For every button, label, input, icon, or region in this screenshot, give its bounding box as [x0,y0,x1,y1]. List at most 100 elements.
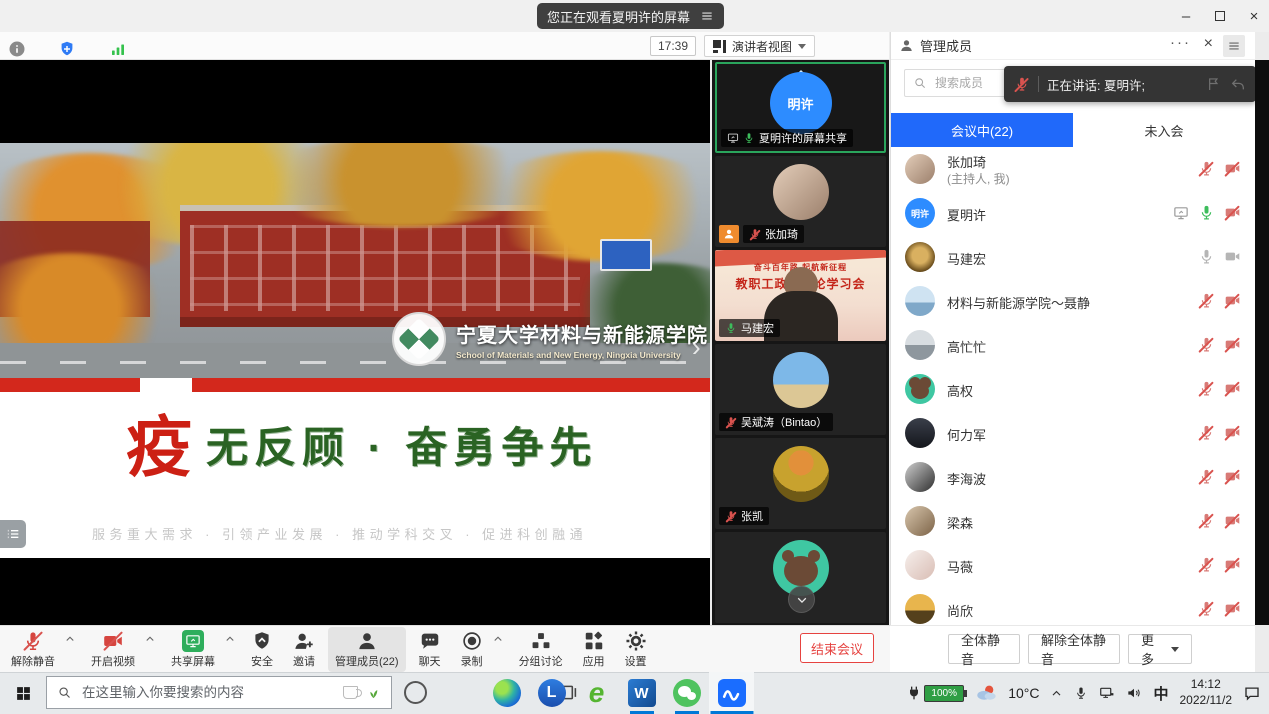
action-center-icon[interactable] [1243,684,1261,702]
video-thumbnail[interactable]: 奋斗百年路 起航新征程教职工政治理论学习会马建宏 [715,250,886,341]
taskbar-app-ie[interactable]: e [574,672,619,714]
camera-off-icon[interactable] [1224,468,1241,485]
battery-indicator[interactable]: 100% [906,685,964,702]
chevron-up-icon[interactable] [492,633,504,645]
mic-muted-icon[interactable] [1198,468,1215,485]
mic-icon[interactable] [1198,248,1215,265]
camera-off-icon[interactable] [1224,292,1241,309]
participant-row[interactable]: 李海波 [891,455,1255,499]
chevron-up-icon[interactable] [144,633,156,645]
participant-row[interactable]: 明许夏明许 [891,191,1255,235]
taskbar-clock[interactable]: 14:12 2022/11/2 [1180,677,1233,708]
toolbar-button-invite[interactable]: 邀请 [286,627,322,672]
start-button[interactable] [0,672,46,714]
toolbar-button-shield[interactable]: 安全 [244,627,280,672]
info-icon[interactable] [8,40,26,58]
signal-icon[interactable] [109,40,127,58]
mic-muted-icon[interactable] [1198,380,1215,397]
unmute-all-button[interactable]: 解除全体静音 [1028,634,1120,664]
toolbar-button-members[interactable]: 管理成员(22) [328,627,406,672]
toolbar-button-cam-off[interactable]: 开启视频 [84,627,142,672]
thumbnail-scroll-down-button[interactable] [788,586,815,613]
taskbar-app-word[interactable]: W [619,672,664,714]
panel-more-icon[interactable]: ··· [1170,34,1191,51]
word-icon: W [628,679,656,707]
speaker-icon[interactable] [1126,685,1142,701]
temperature[interactable]: 10°C [1008,685,1039,701]
more-button[interactable]: 更多 [1128,634,1192,664]
end-meeting-button[interactable]: 结束会议 [800,633,874,663]
participant-status-icons [1198,468,1241,485]
mute-all-button[interactable]: 全体静音 [948,634,1020,664]
participant-row[interactable]: 梁森 [891,499,1255,543]
viewer-banner[interactable]: 您正在观看夏明许的屏幕 [537,3,724,29]
toolbar-button-breakout[interactable]: 分组讨论 [512,627,570,672]
taskbar-app-wechat[interactable] [664,672,709,714]
flag-icon[interactable] [1206,76,1222,92]
video-thumbnail[interactable]: 吴斌涛（Bintao） [715,344,886,435]
participant-row[interactable]: 何力军 [891,411,1255,455]
clock-date: 2022/11/2 [1180,693,1233,709]
participant-row[interactable]: 高权 [891,367,1255,411]
taskbar-app-meeting[interactable] [709,672,754,714]
mic-muted-icon[interactable] [1198,512,1215,529]
toolbar-button-apps[interactable]: 应用 [576,627,612,672]
camera-off-icon[interactable] [1224,556,1241,573]
participant-row[interactable]: 尚欣 [891,587,1255,625]
tray-expand-icon[interactable] [1050,687,1063,700]
video-thumbnail[interactable]: 明许夏明许的屏幕共享 [715,62,886,153]
reply-icon[interactable] [1230,76,1246,92]
mic-muted-icon[interactable] [1198,292,1215,309]
participant-row[interactable]: 材料与新能源学院～聂静 [891,279,1255,323]
cortana-button[interactable] [404,681,427,704]
mic-muted-icon[interactable] [1198,424,1215,441]
toolbar-button-chat[interactable]: 聊天 [412,627,448,672]
toolbar-button-record[interactable]: 录制 [454,627,490,672]
carousel-next-icon[interactable]: › [692,332,701,363]
toolbar-button-share-screen[interactable]: 共享屏幕 [164,627,222,672]
mic-tray-icon[interactable] [1074,686,1088,700]
toolbar-button-settings[interactable]: 设置 [618,627,654,672]
video-thumbnail[interactable]: 张加琦 [715,156,886,247]
participant-row[interactable]: 马建宏 [891,235,1255,279]
banner-menu-icon[interactable] [700,9,714,23]
participant-row[interactable]: 张加琦(主持人, 我) [891,147,1255,191]
taskbar-app-lenovo[interactable]: L [529,672,574,714]
mic-muted-icon[interactable] [1198,600,1215,617]
ime-indicator[interactable]: 中 [1153,683,1168,704]
camera-off-icon[interactable] [1224,160,1241,177]
video-thumbnail[interactable]: 张凯 [715,438,886,529]
camera-off-icon[interactable] [1224,512,1241,529]
mic-on-icon[interactable] [1198,204,1215,221]
view-mode-dropdown[interactable]: 演讲者视图 [704,35,815,57]
panel-close-icon[interactable]: × [1204,36,1213,52]
minimize-button[interactable]: – [1169,0,1203,32]
chevron-up-icon[interactable] [224,633,236,645]
camera-off-icon[interactable] [1224,600,1241,617]
chevron-up-icon[interactable] [64,633,76,645]
tab-not-joined[interactable]: 未入会 [1073,113,1255,147]
camera-off-icon[interactable] [1224,380,1241,397]
maximize-button[interactable] [1203,0,1237,32]
taskbar-search-input[interactable] [80,684,335,701]
weather-icon[interactable] [975,682,997,704]
panel-hamburger-button[interactable] [1223,35,1245,57]
network-icon[interactable] [1099,685,1115,701]
taskbar-app-edge[interactable] [484,672,529,714]
camera-off-icon[interactable] [1224,204,1241,221]
close-button[interactable]: × [1237,0,1269,32]
camera-off-icon[interactable] [1224,336,1241,353]
participant-row[interactable]: 高忙忙 [891,323,1255,367]
screen-share-icon[interactable] [1173,205,1189,221]
taskbar-search[interactable] [46,676,392,709]
floating-list-button[interactable] [0,520,26,548]
shield-plus-icon[interactable] [58,40,76,58]
mic-muted-icon[interactable] [1198,160,1215,177]
participant-row[interactable]: 马薇 [891,543,1255,587]
camera-icon[interactable] [1224,248,1241,265]
mic-muted-icon[interactable] [1198,336,1215,353]
toolbar-button-mic-off[interactable]: 解除静音 [4,627,62,672]
mic-muted-icon[interactable] [1198,556,1215,573]
camera-off-icon[interactable] [1224,424,1241,441]
tab-in-meeting[interactable]: 会议中(22) [891,113,1073,147]
